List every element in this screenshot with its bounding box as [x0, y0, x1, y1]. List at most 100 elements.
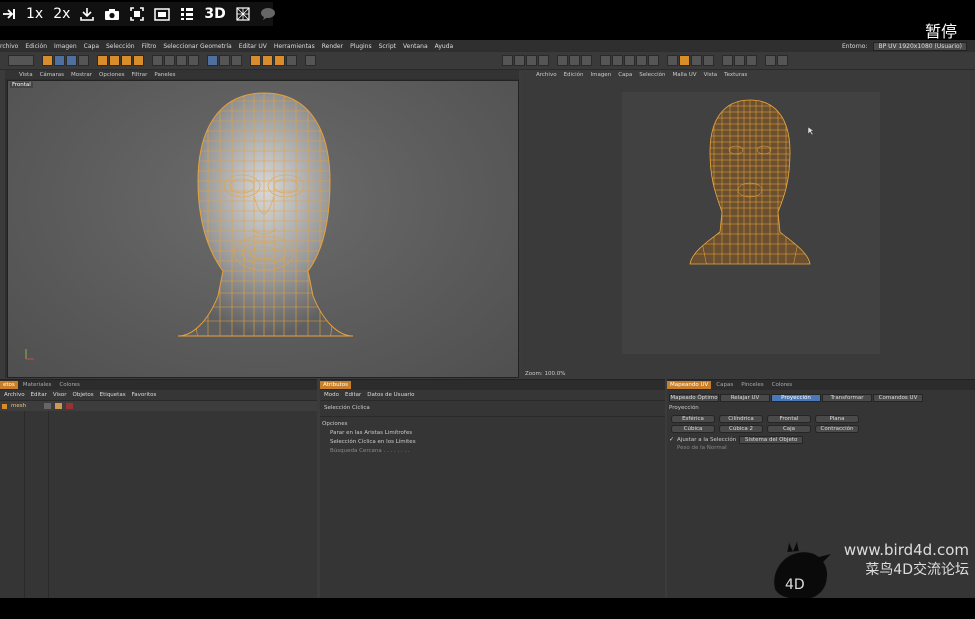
- uv-tool-9-icon[interactable]: [612, 55, 623, 66]
- rect-select-icon[interactable]: [66, 55, 77, 66]
- viewport-menu-filtrar[interactable]: Filtrar: [132, 72, 148, 78]
- menu-archivo[interactable]: rchivo: [0, 43, 18, 50]
- menu-edicion[interactable]: Edición: [25, 43, 47, 50]
- uv-menu-edicion[interactable]: Edición: [564, 72, 584, 78]
- uv-canvas[interactable]: [622, 92, 880, 354]
- uv-tool-18-icon[interactable]: [734, 55, 745, 66]
- menu-editar-uv[interactable]: Editar UV: [239, 43, 267, 50]
- uv-tool-16-icon[interactable]: [703, 55, 714, 66]
- uv-tool-19-icon[interactable]: [746, 55, 757, 66]
- coordinate-system-dropdown[interactable]: Sistema del Objeto: [739, 435, 804, 444]
- uv-points-icon[interactable]: [207, 55, 218, 66]
- subtab-relajar-uv[interactable]: Relajar UV: [720, 394, 770, 402]
- scale-icon[interactable]: [109, 55, 120, 66]
- menu-ayuda[interactable]: Ayuda: [435, 43, 454, 50]
- uv-menu-seleccion[interactable]: Selección: [639, 72, 665, 78]
- uv-tool-2-icon[interactable]: [514, 55, 525, 66]
- menu-plugins[interactable]: Plugins: [350, 43, 372, 50]
- grid-icon[interactable]: [236, 7, 250, 21]
- attributes-menu-datos-usuario[interactable]: Datos de Usuario: [367, 392, 414, 398]
- playlist-icon[interactable]: [180, 7, 194, 21]
- live-selection-icon[interactable]: [42, 55, 53, 66]
- uv-tool-15-icon[interactable]: [691, 55, 702, 66]
- uv-tool-20-icon[interactable]: [765, 55, 776, 66]
- subtab-proyeccion[interactable]: Proyección: [771, 394, 821, 402]
- menu-ventana[interactable]: Ventana: [403, 43, 428, 50]
- uv-menu-malla-uv[interactable]: Malla UV: [672, 72, 696, 78]
- move-icon[interactable]: [97, 55, 108, 66]
- render-view-icon[interactable]: [250, 55, 261, 66]
- camera-icon[interactable]: [104, 7, 120, 21]
- uv-tool-10-icon[interactable]: [624, 55, 635, 66]
- option-busqueda-cercana[interactable]: Búsqueda Cercana . . . . . . . .: [320, 447, 665, 456]
- undo-icon[interactable]: [8, 55, 34, 66]
- speed-1x-button[interactable]: 1x: [26, 7, 43, 21]
- select-icon[interactable]: [54, 55, 65, 66]
- uv-tool-1-icon[interactable]: [502, 55, 513, 66]
- uv-tool-11-icon[interactable]: [636, 55, 647, 66]
- caja-button[interactable]: Caja: [767, 425, 811, 433]
- tab-colores[interactable]: Colores: [56, 381, 83, 389]
- frontal-button[interactable]: Frontal: [767, 415, 811, 423]
- environment-dropdown[interactable]: BP UV 1920x1080 (Usuario): [873, 41, 967, 51]
- viewport-canvas[interactable]: Frontal: [7, 80, 519, 378]
- uv-menu-imagen[interactable]: Imagen: [590, 72, 611, 78]
- menu-imagen[interactable]: Imagen: [54, 43, 77, 50]
- uv-tool-3-icon[interactable]: [526, 55, 537, 66]
- uv-menu-vista[interactable]: Vista: [704, 72, 718, 78]
- objects-menu-archivo[interactable]: Archivo: [4, 392, 25, 398]
- lasso-icon[interactable]: [78, 55, 89, 66]
- menu-render[interactable]: Render: [322, 43, 343, 50]
- uv-tool-12-icon[interactable]: [648, 55, 659, 66]
- uv-menu-archivo[interactable]: Archivo: [536, 72, 557, 78]
- paint-icon[interactable]: [231, 55, 242, 66]
- objects-menu-editar[interactable]: Editar: [31, 392, 47, 398]
- viewport-menu-paneles[interactable]: Paneles: [154, 72, 175, 78]
- uv-tool-21-icon[interactable]: [777, 55, 788, 66]
- speed-2x-button[interactable]: 2x: [53, 7, 70, 21]
- layer-icon[interactable]: [286, 55, 297, 66]
- tab-colores-uv[interactable]: Colores: [769, 381, 796, 389]
- viewport-menu-mostrar[interactable]: Mostrar: [71, 72, 92, 78]
- tab-mapeando-uv[interactable]: Mapeando UV: [667, 381, 712, 389]
- menu-seleccion[interactable]: Selección: [106, 43, 135, 50]
- axis-icon[interactable]: [133, 55, 144, 66]
- option-seleccion-ciclica-limites[interactable]: Selección Cíclica en los Límites: [320, 438, 665, 447]
- picture-icon[interactable]: [154, 7, 171, 21]
- texture-tag-icon[interactable]: [66, 403, 74, 409]
- viewport-menu-vista[interactable]: Vista: [19, 72, 33, 78]
- uv-tool-8-icon[interactable]: [600, 55, 611, 66]
- menu-seleccionar-geometria[interactable]: Seleccionar Geometría: [163, 43, 231, 50]
- pause-button[interactable]: 暂停: [925, 18, 957, 42]
- tab-pinceles[interactable]: Pinceles: [738, 381, 766, 389]
- cylindrical-button[interactable]: Cilíndrica: [719, 415, 763, 423]
- points-mode-icon[interactable]: [164, 55, 175, 66]
- uv-tool-7-icon[interactable]: [581, 55, 592, 66]
- objects-menu-objetos[interactable]: Objetos: [73, 392, 94, 398]
- subtab-mapeado-optimo[interactable]: Mapeado Óptimo: [669, 394, 719, 402]
- menu-filtro[interactable]: Filtro: [142, 43, 157, 50]
- uv-tool-6-icon[interactable]: [569, 55, 580, 66]
- objects-menu-etiquetas[interactable]: Etiquetas: [100, 392, 126, 398]
- render-settings-icon[interactable]: [274, 55, 285, 66]
- uv-tool-17-icon[interactable]: [722, 55, 733, 66]
- edges-mode-icon[interactable]: [176, 55, 187, 66]
- uv-tool-14-icon[interactable]: [679, 55, 690, 66]
- contraccion-button[interactable]: Contracción: [815, 425, 859, 433]
- objects-menu-favoritos[interactable]: Favoritos: [132, 392, 157, 398]
- menu-herramientas[interactable]: Herramientas: [274, 43, 315, 50]
- plana-button[interactable]: Plana: [815, 415, 859, 423]
- uv-polygons-icon[interactable]: [219, 55, 230, 66]
- uv-menu-capa[interactable]: Capa: [618, 72, 632, 78]
- cubica-button[interactable]: Cúbica: [671, 425, 715, 433]
- uvw-tag-icon[interactable]: [55, 403, 63, 409]
- attributes-menu-editar[interactable]: Editar: [345, 392, 361, 398]
- rotate-icon[interactable]: [121, 55, 132, 66]
- model-mode-icon[interactable]: [152, 55, 163, 66]
- download-icon[interactable]: [80, 7, 95, 21]
- tab-atributos[interactable]: Atributos: [320, 381, 351, 389]
- uv-menu-texturas[interactable]: Texturas: [724, 72, 747, 78]
- menu-script[interactable]: Script: [379, 43, 396, 50]
- uv-tool-5-icon[interactable]: [557, 55, 568, 66]
- tab-capas[interactable]: Capas: [713, 381, 736, 389]
